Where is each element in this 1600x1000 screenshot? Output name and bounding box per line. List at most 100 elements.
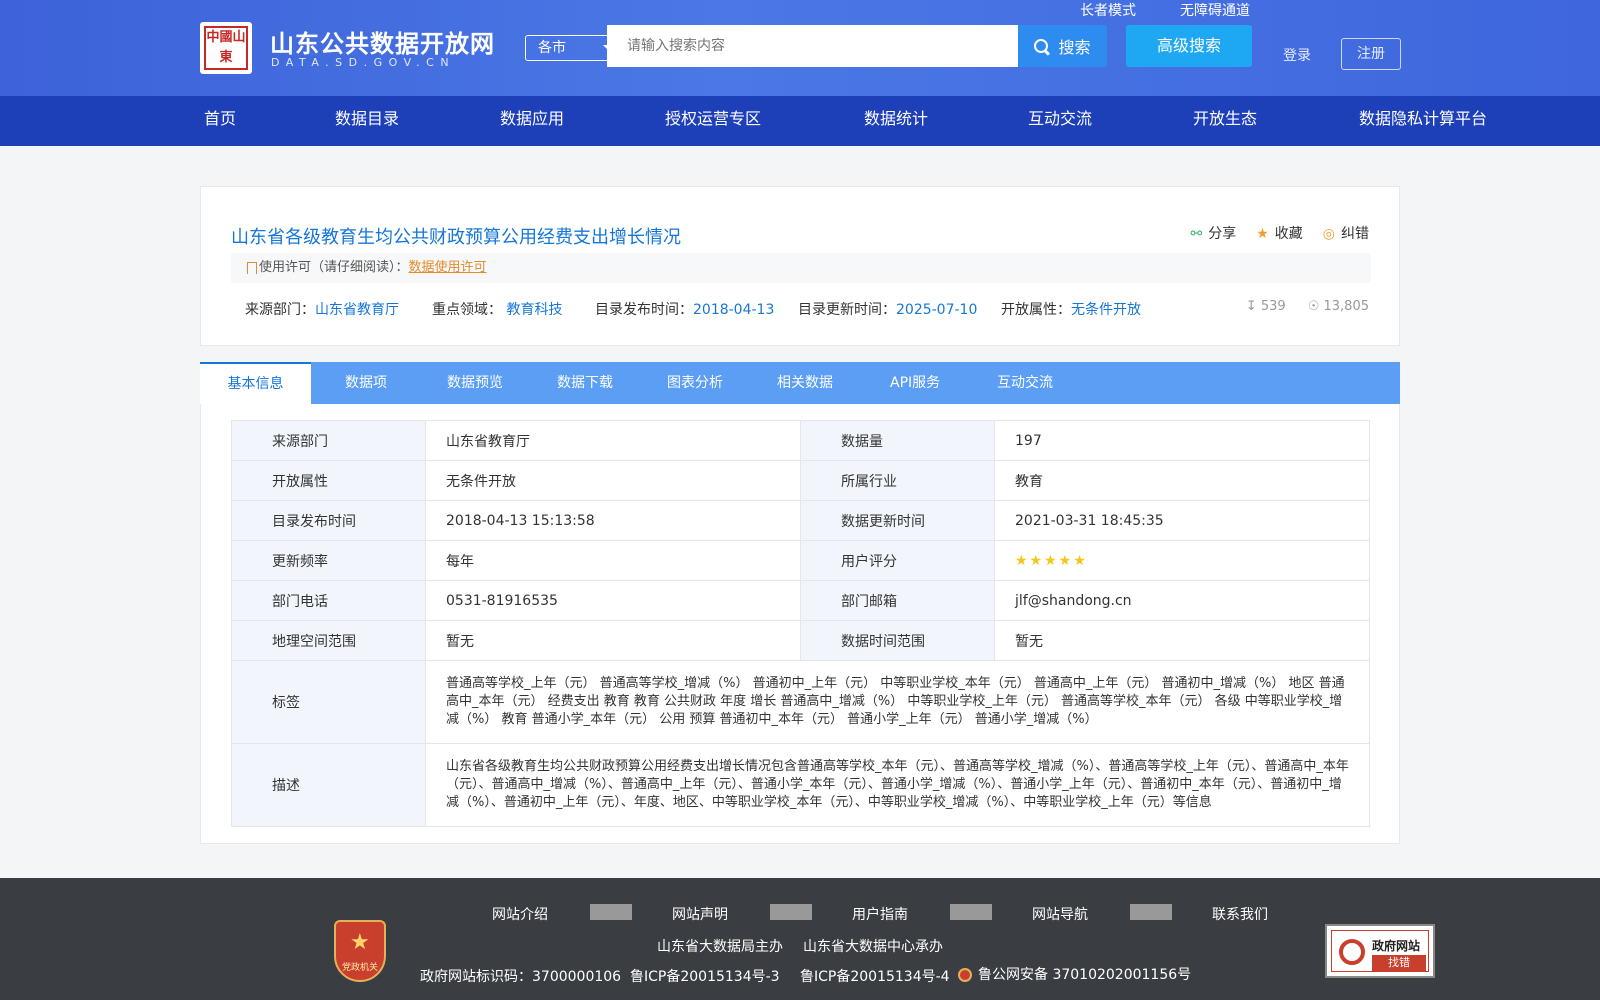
view-count-value: 13,805 [1323,299,1370,314]
rating-stars-icon[interactable]: ★★★★★ [1015,553,1088,569]
tab-basic-info[interactable]: 基本信息 [200,362,311,404]
open-value: 无条件开放 [425,460,801,501]
table-row: 更新频率 每年 用户评分 ★★★★★ [231,540,1370,581]
advanced-search-button[interactable]: 高级搜索 [1126,25,1252,67]
frequency-value: 每年 [425,540,801,581]
meta-open-value: 无条件开放 [1071,302,1141,318]
tab-chart-analysis[interactable]: 图表分析 [667,362,723,404]
time-range-value: 暂无 [994,620,1370,661]
industry-key: 所属行业 [800,460,995,501]
footer-site-id: 政府网站标识码：3700000106 [420,969,622,985]
meta-field-label: 重点领域： [432,302,502,318]
nav-item-authorized-ops[interactable]: 授权运营专区 [665,96,761,142]
footer-sponsor: 山东省大数据局主办 [657,939,783,955]
footer-links: 网站介绍 网站声明 用户指南 网站导航 联系我们 [492,904,1310,924]
table-row: 来源部门 山东省教育厅 数据量 197 [231,420,1370,461]
accessibility-link[interactable]: 无障碍通道 [1180,0,1250,20]
footer-link-sitemap[interactable]: 网站导航 [1032,904,1130,924]
nav-item-home[interactable]: 首页 [204,96,236,142]
site-domain: DATA.SD.GOV.CN [271,56,456,69]
party-gov-badge[interactable]: ★ 党政机关 [334,920,386,982]
source-value: 山东省教育厅 [425,420,801,461]
rating-value[interactable]: ★★★★★ [994,540,1370,581]
tab-data-download[interactable]: 数据下载 [557,362,613,404]
search-button-label: 搜索 [1058,38,1091,57]
logo-seal-icon: 中國山東 [204,26,248,70]
footer-link-contact[interactable]: 联系我们 [1212,904,1310,924]
table-row: 标签 普通高等学校_上年（元） 普通高等学校_增减（%） 普通初中_上年（元） … [231,660,1370,744]
elder-mode-link[interactable]: 长者模式 [1080,0,1136,20]
tab-data-items[interactable]: 数据项 [345,362,387,404]
search-button[interactable]: 搜索 [1018,25,1107,67]
gov-badge-title: 政府网站 [1372,939,1421,953]
meta-publish-label: 目录发布时间： [595,302,693,318]
magnifier-icon [1339,939,1365,965]
table-row: 部门电话 0531-81916535 部门邮箱 jlf@shandong.cn [231,580,1370,621]
meta-field-link[interactable]: 教育科技 [506,302,562,318]
share-icon: ⚯ [1190,226,1203,242]
nav-item-interaction[interactable]: 互动交流 [1028,96,1092,142]
meta-source-link[interactable]: 山东省教育厅 [315,302,399,318]
basic-info-table: 来源部门 山东省教育厅 数据量 197 开放属性 无条件开放 所属行业 教育 目… [231,420,1370,827]
tags-value: 普通高等学校_上年（元） 普通高等学校_增减（%） 普通初中_上年（元） 中等职… [425,660,1370,744]
table-row: 开放属性 无条件开放 所属行业 教育 [231,460,1370,501]
footer-icp-4[interactable]: 鲁ICP备20015134号-4 [800,966,950,986]
license-link[interactable]: 数据使用许可 [409,260,487,275]
description-value: 山东省各级教育生均公共财政预算公用经费支出增长情况包含普通高等学校_本年（元）、… [425,743,1370,827]
gov-site-error-report-badge[interactable]: 政府网站 找错 [1325,924,1435,978]
open-key: 开放属性 [231,460,426,501]
meta-update-label: 目录更新时间： [798,302,896,318]
phone-value: 0531-81916535 [425,580,801,621]
report-error-button[interactable]: ◎ 纠错 [1323,223,1369,243]
favorite-button[interactable]: ★ 收藏 [1256,223,1303,243]
footer-link-about[interactable]: 网站介绍 [492,904,590,924]
tab-data-preview[interactable]: 数据预览 [447,362,503,404]
site-logo[interactable]: 中國山東 [200,22,252,74]
star-icon: ★ [1256,226,1269,242]
meta-open-label: 开放属性： [1001,302,1071,318]
nav-item-privacy-computing[interactable]: 数据隐私计算平台 [1359,96,1487,142]
meta-publish-value: 2018-04-13 [693,302,775,318]
tab-api-service[interactable]: API服务 [890,362,940,404]
register-button[interactable]: 注册 [1341,38,1401,70]
data-update-value: 2021-03-31 18:45:35 [994,500,1370,541]
nav-item-catalog[interactable]: 数据目录 [335,96,399,142]
share-label: 分享 [1208,226,1237,242]
city-select-label: 各市 [538,40,566,56]
search-input[interactable] [607,25,1018,67]
footer-icp-3[interactable]: 鲁ICP备20015134号-3 [630,966,780,986]
eye-icon: ☉ [1307,299,1320,314]
publish-value: 2018-04-13 15:13:58 [425,500,801,541]
email-key: 部门邮箱 [800,580,995,621]
tab-interaction[interactable]: 互动交流 [997,362,1053,404]
footer-link-statement[interactable]: 网站声明 [672,904,770,924]
main-nav: 首页 数据目录 数据应用 授权运营专区 数据统计 互动交流 开放生态 数据隐私计… [0,96,1600,146]
nav-item-statistics[interactable]: 数据统计 [864,96,928,142]
volume-value: 197 [994,420,1370,461]
tags-key: 标签 [231,660,426,744]
footer-police-record[interactable]: 鲁公网安备 37010202001156号 [958,964,1191,984]
footer-link-guide[interactable]: 用户指南 [852,904,950,924]
publish-key: 目录发布时间 [231,500,426,541]
email-value: jlf@shandong.cn [994,580,1370,621]
divider [1130,904,1172,920]
nav-item-apps[interactable]: 数据应用 [500,96,564,142]
login-link[interactable]: 登录 [1283,45,1311,65]
dataset-actions: ⚯ 分享 ★ 收藏 ◎ 纠错 [1190,223,1369,243]
phone-key: 部门电话 [231,580,426,621]
footer-police-text: 鲁公网安备 37010202001156号 [978,967,1192,983]
party-gov-badge-label: 党政机关 [341,963,378,973]
download-count-value: 539 [1260,299,1286,314]
site-name[interactable]: 山东公共数据开放网 [270,24,495,59]
source-key: 来源部门 [231,420,426,461]
divider [950,904,992,920]
tab-related-data[interactable]: 相关数据 [777,362,833,404]
dataset-title: 山东省各级教育生均公共财政预算公用经费支出增长情况 [231,227,681,248]
license-bar: 使用许可（请仔细阅读）：数据使用许可 [231,253,1371,283]
share-button[interactable]: ⚯ 分享 [1190,223,1236,243]
download-count: ↧ 539 [1246,299,1286,314]
rating-key: 用户评分 [800,540,995,581]
nav-item-ecosystem[interactable]: 开放生态 [1193,96,1257,142]
top-header: 中國山東 山东公共数据开放网 DATA.SD.GOV.CN 长者模式 无障碍通道… [0,0,1600,96]
divider [770,904,812,920]
